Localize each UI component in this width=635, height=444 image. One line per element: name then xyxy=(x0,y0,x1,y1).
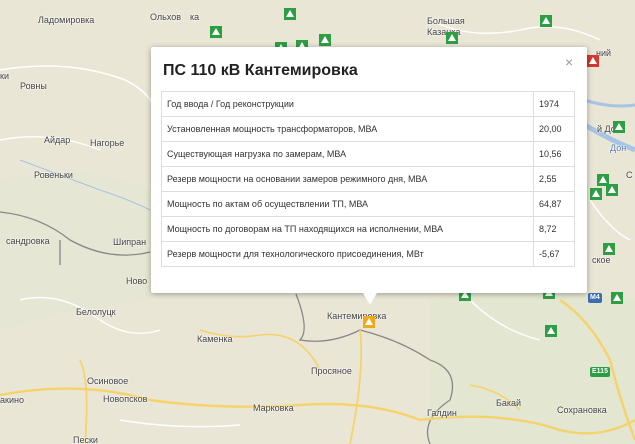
substation-marker[interactable] xyxy=(540,15,552,27)
row-value: 1974 xyxy=(533,91,575,117)
table-row: Год ввода / Год реконструкции 1974 xyxy=(161,91,575,117)
table-row: Резерв мощности для технологического при… xyxy=(161,241,575,267)
table-row: Мощность по договорам на ТП находящихся … xyxy=(161,216,575,242)
substation-marker[interactable] xyxy=(606,184,618,196)
row-value: 20,00 xyxy=(533,116,575,142)
row-value: 8,72 xyxy=(533,216,575,242)
substation-info-popup: ПС 110 кВ Кантемировка × Год ввода / Год… xyxy=(151,47,587,305)
table-row: Мощность по актам об осуществлении ТП, М… xyxy=(161,191,575,217)
place-label: Пески xyxy=(73,435,98,444)
place-label: Новопсков xyxy=(103,394,148,404)
place-label: Марковка xyxy=(253,403,294,413)
place-label: Айдар xyxy=(44,135,71,145)
place-label: Нагорье xyxy=(90,138,125,148)
place-label: Ново xyxy=(126,276,148,286)
place-label: Сохрановка xyxy=(557,405,607,415)
place-label: Ольхов xyxy=(150,12,182,22)
place-label: Ровны xyxy=(20,81,47,91)
place-label: Каменка xyxy=(197,334,233,344)
row-label: Мощность по договорам на ТП находящихся … xyxy=(161,216,534,242)
place-label: Белолуцк xyxy=(76,307,116,317)
place-label: Ладомировка xyxy=(38,15,95,25)
substation-info-table: Год ввода / Год реконструкции 1974 Устано… xyxy=(161,91,575,267)
row-label: Мощность по актам об осуществлении ТП, М… xyxy=(161,191,534,217)
road-shield-e115: E115 xyxy=(590,367,610,377)
popup-title: ПС 110 кВ Кантемировка xyxy=(163,62,358,79)
substation-marker[interactable] xyxy=(611,292,623,304)
substation-marker[interactable] xyxy=(319,34,331,46)
row-label: Резерв мощности для технологического при… xyxy=(161,241,534,267)
place-label: Шипран xyxy=(113,237,147,247)
map-canvas[interactable]: Ладомировка Ольхов Большая Казанка ки Ро… xyxy=(0,0,635,444)
place-label: акино xyxy=(0,395,24,405)
substation-marker[interactable] xyxy=(590,188,602,200)
row-label: Существующая нагрузка по замерам, МВА xyxy=(161,141,534,167)
place-label: Дон xyxy=(610,143,627,153)
substation-marker[interactable] xyxy=(446,32,458,44)
place-label: Большая xyxy=(427,16,465,26)
popup-pointer xyxy=(362,291,378,305)
place-label: Просяное xyxy=(311,366,352,376)
place-label: Кантемировка xyxy=(327,311,387,321)
row-value: 10,56 xyxy=(533,141,575,167)
road-shield-m4: M4 xyxy=(588,293,602,303)
row-value: -5,67 xyxy=(533,241,575,267)
place-label: ки xyxy=(0,71,9,81)
place-label: Галдин xyxy=(427,408,457,418)
substation-marker[interactable] xyxy=(545,325,557,337)
table-row: Установленная мощность трансформаторов, … xyxy=(161,116,575,142)
selected-substation-marker[interactable] xyxy=(363,316,375,328)
substation-marker[interactable] xyxy=(210,26,222,38)
place-label: сандровка xyxy=(6,236,50,246)
substation-marker[interactable] xyxy=(603,243,615,255)
row-label: Год ввода / Год реконструкции xyxy=(161,91,534,117)
table-row: Существующая нагрузка по замерам, МВА 10,… xyxy=(161,141,575,167)
substation-marker[interactable] xyxy=(613,121,625,133)
row-value: 64,87 xyxy=(533,191,575,217)
row-label: Резерв мощности на основании замеров реж… xyxy=(161,166,534,192)
place-label: С xyxy=(626,170,633,180)
place-label: ское xyxy=(592,255,611,265)
table-row: Резерв мощности на основании замеров реж… xyxy=(161,166,575,192)
place-label: ка xyxy=(190,12,200,22)
close-icon[interactable]: × xyxy=(565,54,573,70)
place-label: Ровеньки xyxy=(34,170,73,180)
place-label: Бакай xyxy=(496,398,522,408)
place-label: Осиновое xyxy=(87,376,129,386)
substation-marker[interactable] xyxy=(284,8,296,20)
row-label: Установленная мощность трансформаторов, … xyxy=(161,116,534,142)
substation-marker[interactable] xyxy=(587,55,599,67)
row-value: 2,55 xyxy=(533,166,575,192)
